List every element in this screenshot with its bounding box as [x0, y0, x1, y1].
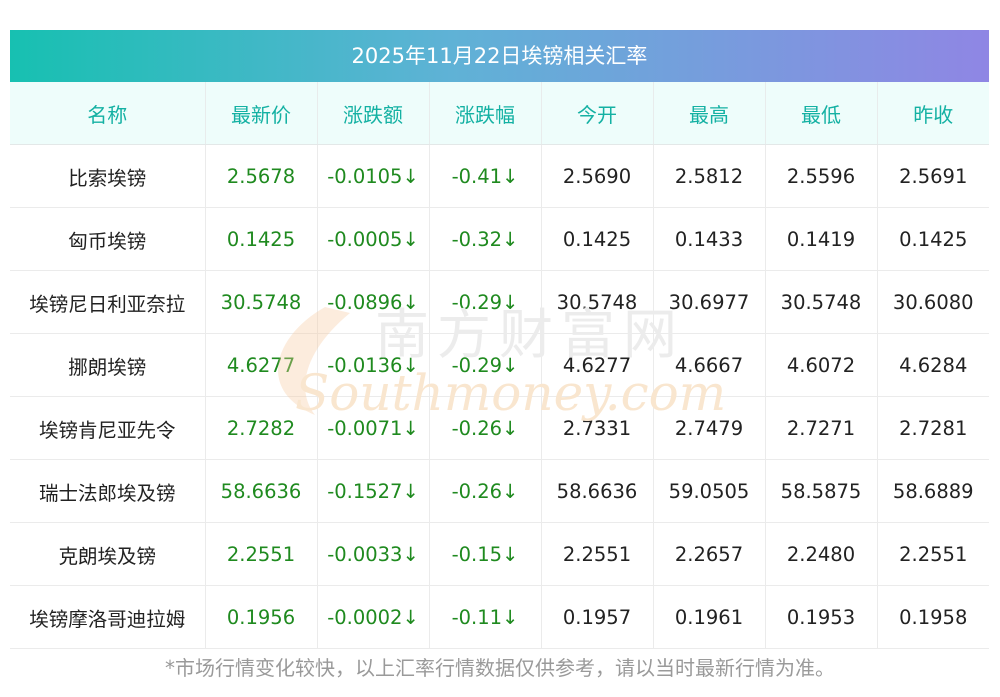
rate-table: 名称 最新价 涨跌额 涨跌幅 今开 最高 最低 昨收 比索埃镑 2.5678 -… — [10, 82, 989, 649]
cell-pct: -0.26↓ — [429, 396, 542, 460]
cell-name: 匈币埃镑 — [10, 207, 206, 271]
cell-latest: 0.1956 — [205, 585, 318, 649]
cell-pct: -0.29↓ — [429, 270, 542, 334]
cell-prev: 0.1425 — [877, 207, 989, 271]
cell-low: 4.6072 — [765, 333, 878, 397]
table-row: 埃镑尼日利亚奈拉 30.5748 -0.0896↓ -0.29↓ 30.5748… — [10, 270, 989, 334]
cell-change: -0.0005↓ — [317, 207, 430, 271]
cell-high: 30.6977 — [653, 270, 766, 334]
col-header-open: 今开 — [541, 82, 654, 145]
cell-change: -0.0105↓ — [317, 144, 430, 208]
cell-latest: 2.2551 — [205, 522, 318, 586]
cell-pct: -0.26↓ — [429, 459, 542, 523]
table-row: 瑞士法郎埃及镑 58.6636 -0.1527↓ -0.26↓ 58.6636 … — [10, 459, 989, 523]
cell-latest: 0.1425 — [205, 207, 318, 271]
cell-prev: 58.6889 — [877, 459, 989, 523]
table-row: 埃镑摩洛哥迪拉姆 0.1956 -0.0002↓ -0.11↓ 0.1957 0… — [10, 585, 989, 649]
cell-pct: -0.41↓ — [429, 144, 542, 208]
table-row: 克朗埃及镑 2.2551 -0.0033↓ -0.15↓ 2.2551 2.26… — [10, 522, 989, 586]
table-row: 埃镑肯尼亚先令 2.7282 -0.0071↓ -0.26↓ 2.7331 2.… — [10, 396, 989, 460]
cell-name: 比索埃镑 — [10, 144, 206, 208]
cell-low: 58.5875 — [765, 459, 878, 523]
cell-pct: -0.29↓ — [429, 333, 542, 397]
rate-table-container: 2025年11月22日埃镑相关汇率 名称 最新价 涨跌额 涨跌幅 今开 最高 最… — [10, 30, 989, 649]
cell-latest: 2.5678 — [205, 144, 318, 208]
cell-high: 2.2657 — [653, 522, 766, 586]
cell-low: 2.5596 — [765, 144, 878, 208]
cell-high: 4.6667 — [653, 333, 766, 397]
cell-open: 2.5690 — [541, 144, 654, 208]
cell-prev: 2.5691 — [877, 144, 989, 208]
cell-change: -0.0071↓ — [317, 396, 430, 460]
cell-latest: 30.5748 — [205, 270, 318, 334]
cell-open: 0.1957 — [541, 585, 654, 649]
col-header-high: 最高 — [653, 82, 766, 145]
cell-change: -0.0136↓ — [317, 333, 430, 397]
cell-name: 克朗埃及镑 — [10, 522, 206, 586]
cell-high: 0.1961 — [653, 585, 766, 649]
col-header-change: 涨跌额 — [317, 82, 430, 145]
cell-change: -0.0002↓ — [317, 585, 430, 649]
cell-low: 0.1419 — [765, 207, 878, 271]
cell-low: 2.2480 — [765, 522, 878, 586]
cell-low: 30.5748 — [765, 270, 878, 334]
cell-name: 挪朗埃镑 — [10, 333, 206, 397]
cell-open: 30.5748 — [541, 270, 654, 334]
cell-open: 58.6636 — [541, 459, 654, 523]
cell-change: -0.0033↓ — [317, 522, 430, 586]
cell-low: 2.7271 — [765, 396, 878, 460]
cell-latest: 58.6636 — [205, 459, 318, 523]
col-header-prev: 昨收 — [877, 82, 989, 145]
cell-high: 0.1433 — [653, 207, 766, 271]
table-title: 2025年11月22日埃镑相关汇率 — [10, 30, 989, 82]
cell-prev: 2.2551 — [877, 522, 989, 586]
cell-pct: -0.32↓ — [429, 207, 542, 271]
cell-latest: 4.6277 — [205, 333, 318, 397]
col-header-pct: 涨跌幅 — [429, 82, 542, 145]
cell-name: 埃镑摩洛哥迪拉姆 — [10, 585, 206, 649]
col-header-name: 名称 — [10, 82, 206, 145]
cell-prev: 2.7281 — [877, 396, 989, 460]
disclaimer-note: *市场行情变化较快，以上汇率行情数据仅供参考，请以当时最新行情为准。 — [165, 656, 835, 680]
cell-change: -0.1527↓ — [317, 459, 430, 523]
cell-high: 2.7479 — [653, 396, 766, 460]
header-row: 名称 最新价 涨跌额 涨跌幅 今开 最高 最低 昨收 — [10, 82, 989, 145]
cell-high: 59.0505 — [653, 459, 766, 523]
cell-latest: 2.7282 — [205, 396, 318, 460]
cell-prev: 4.6284 — [877, 333, 989, 397]
cell-pct: -0.11↓ — [429, 585, 542, 649]
cell-change: -0.0896↓ — [317, 270, 430, 334]
table-row: 匈币埃镑 0.1425 -0.0005↓ -0.32↓ 0.1425 0.143… — [10, 207, 989, 271]
cell-prev: 30.6080 — [877, 270, 989, 334]
cell-open: 4.6277 — [541, 333, 654, 397]
cell-high: 2.5812 — [653, 144, 766, 208]
col-header-low: 最低 — [765, 82, 878, 145]
cell-name: 埃镑尼日利亚奈拉 — [10, 270, 206, 334]
cell-pct: -0.15↓ — [429, 522, 542, 586]
cell-name: 埃镑肯尼亚先令 — [10, 396, 206, 460]
cell-open: 2.2551 — [541, 522, 654, 586]
cell-name: 瑞士法郎埃及镑 — [10, 459, 206, 523]
cell-open: 0.1425 — [541, 207, 654, 271]
col-header-latest: 最新价 — [205, 82, 318, 145]
cell-prev: 0.1958 — [877, 585, 989, 649]
cell-low: 0.1953 — [765, 585, 878, 649]
table-row: 挪朗埃镑 4.6277 -0.0136↓ -0.29↓ 4.6277 4.666… — [10, 333, 989, 397]
table-row: 比索埃镑 2.5678 -0.0105↓ -0.41↓ 2.5690 2.581… — [10, 144, 989, 208]
cell-open: 2.7331 — [541, 396, 654, 460]
